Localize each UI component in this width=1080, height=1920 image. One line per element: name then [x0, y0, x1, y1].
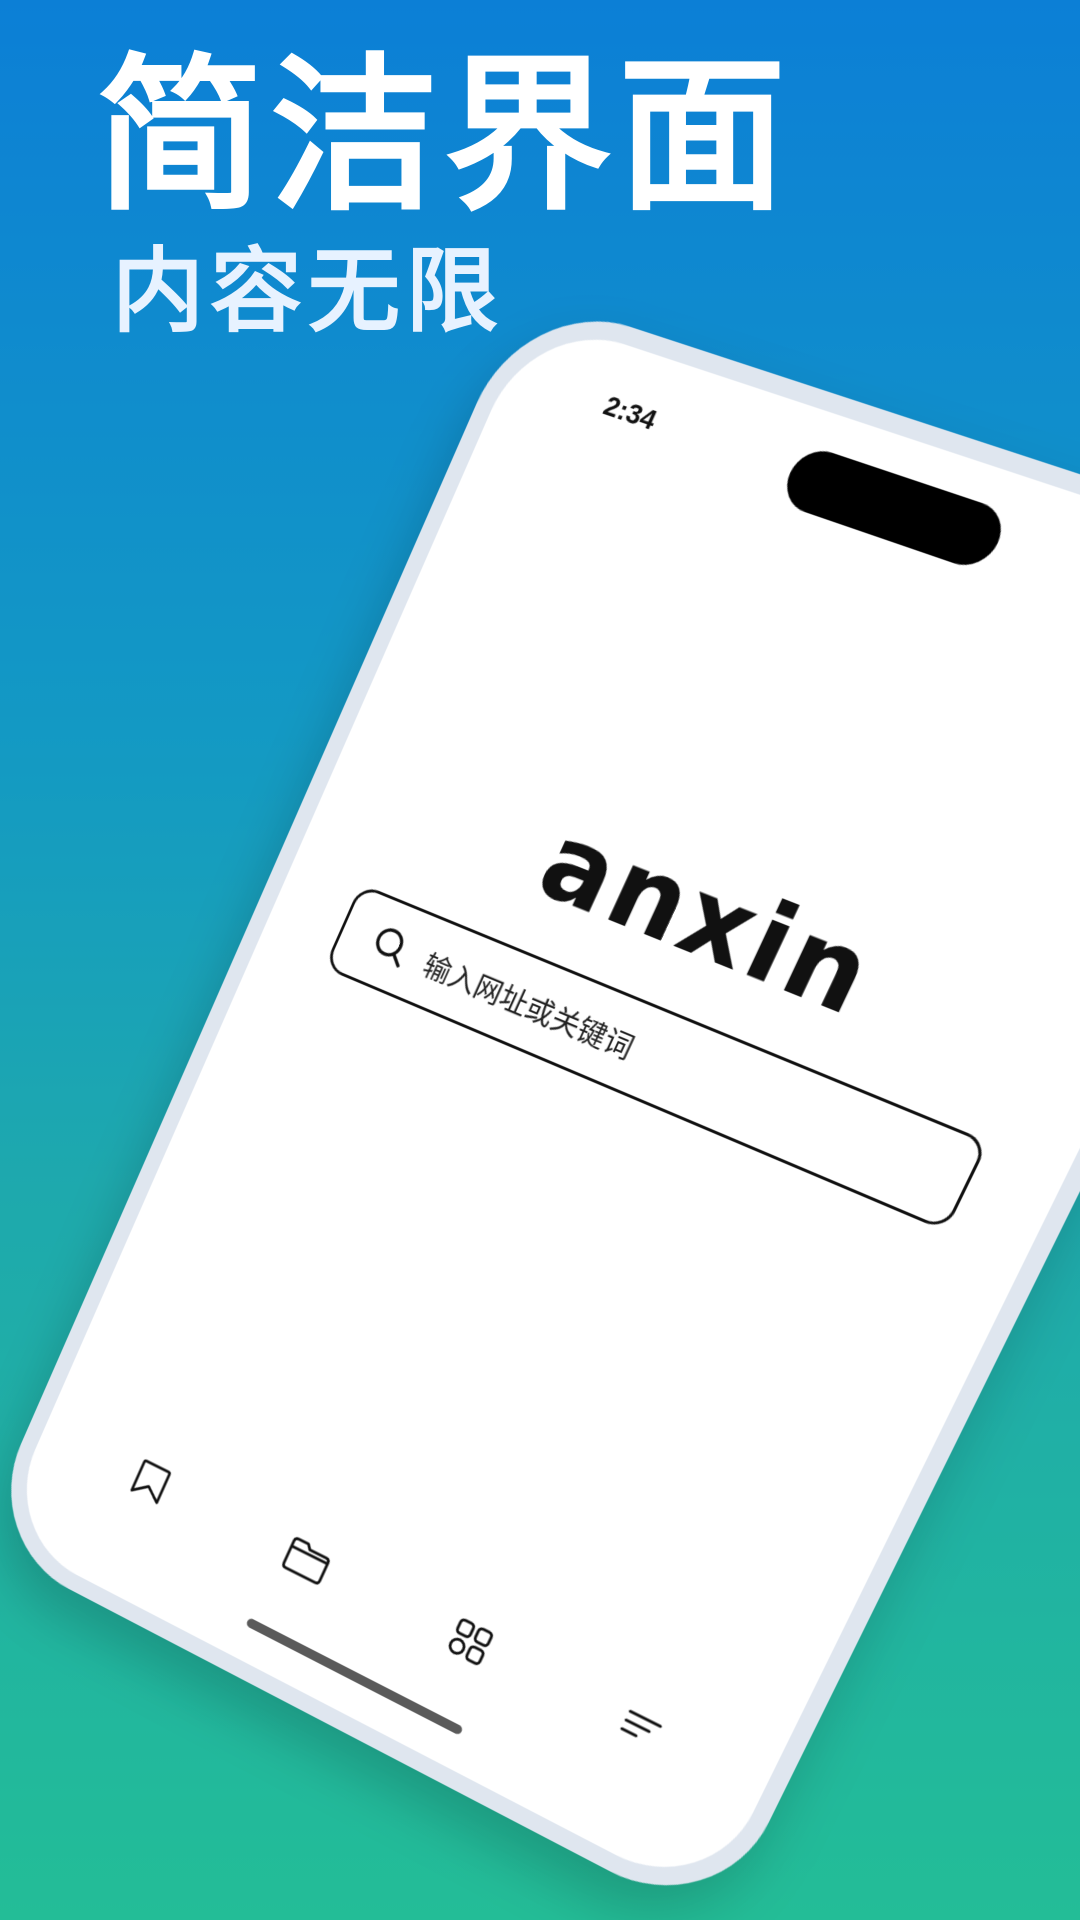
status-time: 2:34 [599, 389, 662, 436]
apps-grid-icon [440, 1611, 500, 1673]
promo-stage: 简洁界面 内容无限 2:34 anxin 输入网址或关键词 [0, 0, 1080, 1920]
tab-files[interactable] [274, 1525, 341, 1595]
bookmark-icon [123, 1452, 178, 1511]
tab-menu[interactable] [604, 1690, 677, 1764]
tab-apps[interactable] [435, 1606, 505, 1678]
promo-subheadline: 内容无限 [112, 238, 505, 345]
phone-mockup: 2:34 anxin 输入网址或关键词 [0, 292, 1080, 1920]
promo-headline: 简洁界面 [96, 38, 792, 234]
menu-icon [609, 1696, 672, 1759]
search-icon [366, 922, 415, 971]
dynamic-island [776, 443, 1012, 574]
folder-icon [277, 1529, 338, 1591]
search-placeholder: 输入网址或关键词 [417, 948, 639, 1067]
tab-bookmarks[interactable] [119, 1447, 184, 1515]
phone-screen: 2:34 anxin 输入网址或关键词 [0, 314, 1080, 1904]
